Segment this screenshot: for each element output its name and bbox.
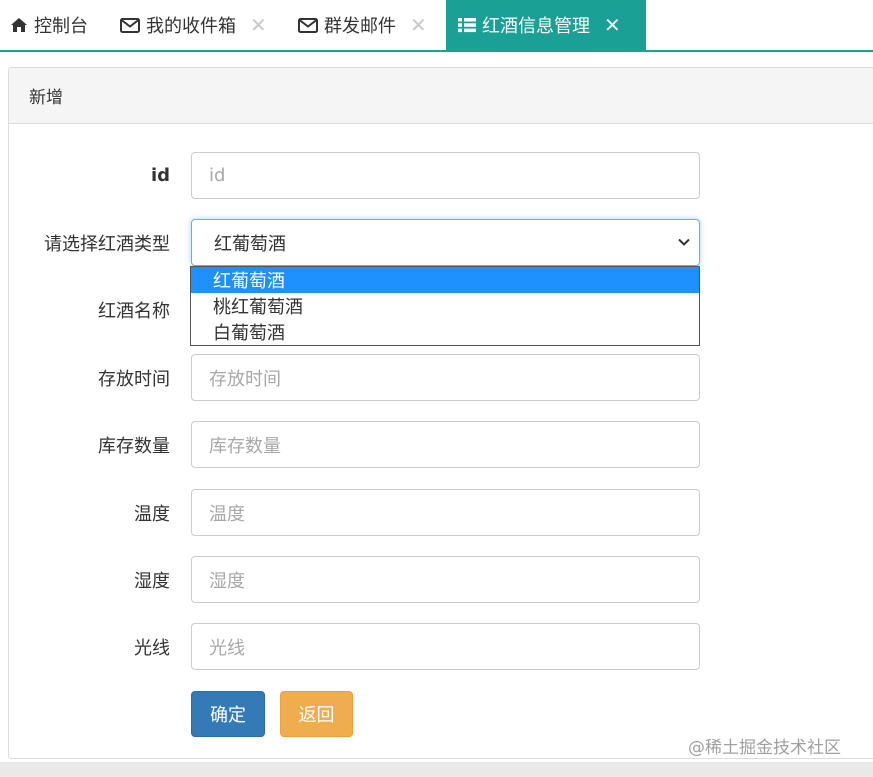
option-white-wine[interactable]: 白葡萄酒 [191,319,699,345]
form-row-temperature: 温度 温度 [0,489,873,536]
light-label: 光线 [134,637,170,659]
form-row-light: 光线 光线 [0,623,873,670]
form-row-wine-type: 请选择红酒类型 红葡萄酒 [0,219,873,266]
light-input[interactable]: 光线 [191,623,700,670]
storage-time-label: 存放时间 [98,368,170,390]
close-icon[interactable]: ✕ [410,15,427,35]
home-icon [10,17,28,33]
light-placeholder: 光线 [209,637,245,659]
tab-wine-management[interactable]: 红酒信息管理 ✕ [446,0,646,50]
storage-time-placeholder: 存放时间 [209,368,281,390]
list-icon [458,17,476,33]
back-button[interactable]: 返回 [280,691,353,737]
humidity-label: 湿度 [134,570,170,592]
temperature-label: 温度 [134,503,170,525]
wine-type-label: 请选择红酒类型 [44,233,170,255]
tab-label: 红酒信息管理 [482,16,590,37]
tab-dashboard[interactable]: 控制台 [10,0,88,50]
wine-type-value: 红葡萄酒 [214,233,286,255]
wine-type-select[interactable]: 红葡萄酒 [191,219,700,266]
wine-type-dropdown: 红葡萄酒 桃红葡萄酒 白葡萄酒 [190,266,700,346]
id-placeholder: id [209,165,226,186]
id-input[interactable]: id [191,152,700,199]
confirm-button[interactable]: 确定 [191,691,265,737]
tab-label: 我的收件箱 [146,16,236,37]
bottom-strip [0,762,873,777]
humidity-placeholder: 湿度 [209,570,245,592]
panel-heading: 新增 [9,68,873,124]
tab-inbox[interactable]: 我的收件箱 ✕ [120,0,267,50]
stock-input[interactable]: 库存数量 [191,421,700,468]
id-label: id [150,165,170,186]
close-icon[interactable]: ✕ [604,15,621,35]
tab-mass-mail[interactable]: 群发邮件 ✕ [298,0,427,50]
tab-label: 群发邮件 [324,16,396,37]
tab-bar: 控制台 我的收件箱 ✕ 群发邮件 ✕ 红酒信息管理 ✕ [0,0,873,52]
close-icon[interactable]: ✕ [250,15,267,35]
stock-label: 库存数量 [98,435,170,457]
chevron-down-icon [678,238,690,246]
form-row-humidity: 湿度 湿度 [0,556,873,603]
tab-label: 控制台 [34,16,88,37]
stock-placeholder: 库存数量 [209,435,281,457]
form-row-stock: 库存数量 库存数量 [0,421,873,468]
storage-time-input[interactable]: 存放时间 [191,354,700,401]
tab-underline [0,50,873,52]
humidity-input[interactable]: 湿度 [191,556,700,603]
temperature-placeholder: 温度 [209,503,245,525]
watermark: @稀土掘金技术社区 [688,738,841,758]
option-rose-wine[interactable]: 桃红葡萄酒 [191,293,699,319]
wine-name-label: 红酒名称 [98,300,170,322]
temperature-input[interactable]: 温度 [191,489,700,536]
envelope-icon [120,17,140,33]
envelope-icon [298,17,318,33]
option-red-wine[interactable]: 红葡萄酒 [191,267,699,293]
form-row-id: id id [0,152,873,199]
form-row-storage-time: 存放时间 存放时间 [0,354,873,401]
